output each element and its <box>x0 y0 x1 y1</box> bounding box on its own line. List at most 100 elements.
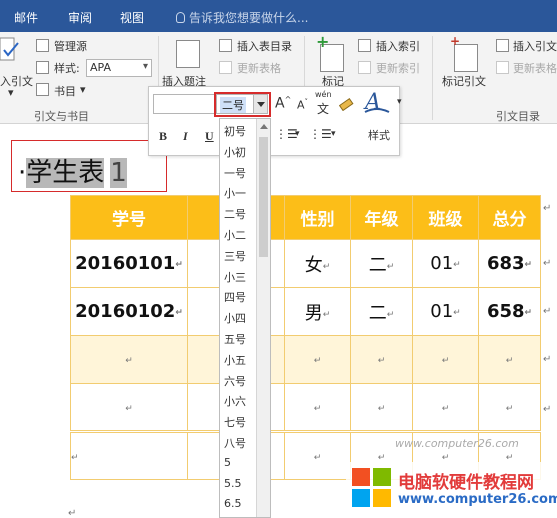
table-cell[interactable]: ↵ <box>350 335 413 384</box>
watermark-url: www.computer26.com <box>398 492 557 507</box>
scroll-up-icon[interactable] <box>260 124 268 129</box>
tab-review[interactable]: 审阅 <box>68 9 92 26</box>
numbering-icon[interactable]: ⋮☰ <box>309 127 332 141</box>
table-cell[interactable]: 男↵ <box>284 287 351 336</box>
manage-sources-button[interactable]: 管理源 <box>54 38 87 54</box>
style-icon <box>36 61 49 74</box>
lightbulb-icon <box>176 12 185 23</box>
font-size-option[interactable]: 6.5 <box>224 497 242 510</box>
mark-citation-button[interactable]: 标记引文 <box>442 73 486 89</box>
table-cell[interactable]: 女↵ <box>284 239 351 288</box>
table-cell[interactable]: ↵ <box>478 335 541 384</box>
table-cell[interactable]: ↵ <box>70 335 188 384</box>
table-cell[interactable]: ↵ <box>412 335 479 384</box>
table-row: 20160101↵ 王 女↵ 二↵ 01↵ 683↵ <box>70 239 541 288</box>
font-size-scrollbar[interactable] <box>256 119 270 517</box>
format-painter-icon[interactable] <box>339 95 355 111</box>
tell-me-box[interactable]: 告诉我您想要做什么... <box>176 9 308 26</box>
table-cell[interactable]: ↵ <box>478 383 541 432</box>
font-size-option[interactable]: 小六 <box>224 393 246 409</box>
font-size-option[interactable]: 小一 <box>224 185 246 201</box>
font-size-option[interactable]: 小三 <box>224 269 246 285</box>
table-cell[interactable]: ↵ <box>284 430 351 480</box>
table-cell[interactable]: 01↵ <box>412 239 479 288</box>
update-table-button[interactable]: 更新表格 <box>237 60 281 76</box>
manage-sources-icon <box>36 39 49 52</box>
table-cell[interactable]: 01↵ <box>412 287 479 336</box>
italic-button[interactable]: I <box>183 129 188 144</box>
font-size-option[interactable]: 5.5 <box>224 477 242 490</box>
bold-button[interactable]: B <box>159 129 167 144</box>
bibliography-dropdown[interactable]: ▾ <box>80 83 86 96</box>
numbering-dropdown-icon[interactable]: ▾ <box>331 129 336 139</box>
font-size-option[interactable]: 小五 <box>224 352 246 368</box>
update-toa-button[interactable]: 更新表格 <box>513 60 557 76</box>
font-size-option[interactable]: 小初 <box>224 144 246 160</box>
font-size-option[interactable]: 七号 <box>224 414 246 430</box>
group-divider <box>432 36 433 120</box>
bibliography-button[interactable]: 书目 <box>54 83 76 99</box>
end-of-row-mark: ↵ <box>543 258 552 269</box>
plus-icon: + <box>316 32 330 51</box>
table-cell[interactable]: 二↵ <box>350 287 413 336</box>
table-cell[interactable]: ↵ <box>412 383 479 432</box>
font-size-option[interactable]: 一号 <box>224 165 246 181</box>
grow-font-icon[interactable]: A^ <box>275 95 291 112</box>
phonetic-guide-icon[interactable]: 文 <box>317 100 329 117</box>
font-size-list[interactable]: 初号小初一号小一二号小二三号小三四号小四五号小五六号小六七号八号 5 5.5 6.5 <box>219 118 271 518</box>
font-size-option[interactable]: 四号 <box>224 289 246 305</box>
watermark-title: 电脑软硬件教程网 <box>398 473 534 493</box>
font-size-option[interactable]: 八号 <box>224 435 246 451</box>
font-size-option[interactable]: 5 <box>224 456 231 469</box>
table-cell[interactable]: ↵ <box>70 430 188 480</box>
table-cell[interactable]: 683↵ <box>478 239 541 288</box>
header-cell[interactable]: 学号 <box>70 195 188 240</box>
font-size-option[interactable]: 五号 <box>224 331 246 347</box>
insert-citation-dropdown[interactable]: ▾ <box>8 86 14 99</box>
table-cell[interactable]: 二↵ <box>350 239 413 288</box>
insert-toa-icon <box>496 39 509 52</box>
font-size-option[interactable]: 初号 <box>224 123 246 139</box>
insert-index-button[interactable]: 插入索引 <box>376 38 420 54</box>
table-cell[interactable]: ↵ <box>350 383 413 432</box>
underline-button[interactable]: U <box>205 129 214 144</box>
watermark-url-faint: www.computer26.com <box>395 437 519 450</box>
table-cell[interactable]: 20160102↵ <box>70 287 188 336</box>
plus-icon: + <box>450 34 461 48</box>
insert-toa-button[interactable]: 插入引文 <box>513 38 557 54</box>
styles-icon[interactable]: A <box>363 89 393 115</box>
tell-me-text: 告诉我您想要做什么... <box>189 11 309 25</box>
font-size-option[interactable]: 六号 <box>224 373 246 389</box>
table-cell[interactable]: 20160101↵ <box>70 239 188 288</box>
tab-mailings[interactable]: 邮件 <box>14 9 38 26</box>
citation-style-select[interactable]: APA <box>86 59 152 77</box>
insert-caption-icon <box>176 40 200 68</box>
header-cell[interactable]: 班级 <box>412 195 479 240</box>
table-cell[interactable]: ↵ <box>284 383 351 432</box>
table-cell[interactable]: 658↵ <box>478 287 541 336</box>
table-cell[interactable]: ↵ <box>284 335 351 384</box>
insert-tof-button[interactable]: 插入表目录 <box>237 38 292 54</box>
shrink-font-icon[interactable]: A˅ <box>297 98 308 112</box>
insert-citation-button[interactable]: 入引文 <box>0 73 33 89</box>
font-size-highlight-frame <box>214 92 271 117</box>
paragraph-mark: ↵ <box>68 508 77 518</box>
scroll-thumb[interactable] <box>259 137 268 257</box>
end-of-row-mark: ↵ <box>543 354 552 365</box>
styles-dropdown-icon[interactable]: ▾ <box>397 97 402 107</box>
styles-label[interactable]: 样式 <box>368 127 390 143</box>
table-row: ↵ ↵ ↵ ↵ ↵ <box>70 383 541 432</box>
header-cell[interactable]: 年级 <box>350 195 413 240</box>
table-cell[interactable]: ↵ <box>70 383 188 432</box>
tab-view[interactable]: 视图 <box>120 9 144 26</box>
font-size-option[interactable]: 小二 <box>224 227 246 243</box>
document-title[interactable]: ·学生表 1 <box>18 152 127 189</box>
font-name-box[interactable] <box>153 94 215 114</box>
font-size-option[interactable]: 小四 <box>224 310 246 326</box>
update-index-button[interactable]: 更新索引 <box>376 60 420 76</box>
font-size-option[interactable]: 二号 <box>224 206 246 222</box>
bullets-dropdown-icon[interactable]: ▾ <box>295 129 300 139</box>
header-cell[interactable]: 性别 <box>284 195 351 240</box>
font-size-option[interactable]: 三号 <box>224 248 246 264</box>
header-cell[interactable]: 总分 <box>478 195 541 240</box>
